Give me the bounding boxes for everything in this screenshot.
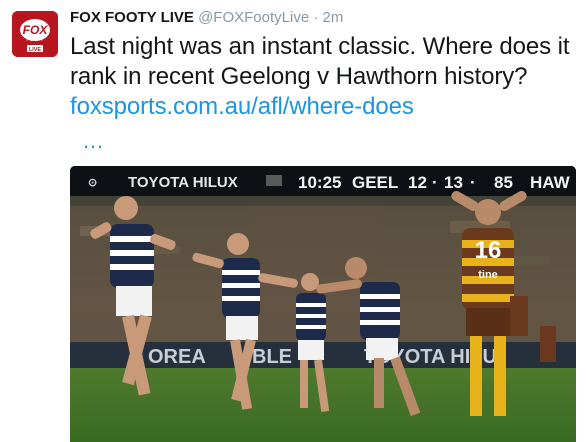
timestamp[interactable]: 2m — [323, 9, 344, 26]
user-handle[interactable]: @FOXFootyLive — [198, 9, 309, 26]
fox-footy-logo-icon: FOX FOOTY LIVE — [12, 11, 58, 57]
scoreboard-goals: 12 — [408, 173, 427, 192]
logo-footy-text: FOOTY — [26, 37, 44, 43]
player-number: 16 — [475, 237, 502, 264]
scoreboard-sponsor: TOYOTA HILUX — [128, 174, 238, 191]
display-name[interactable]: FOX FOOTY LIVE — [70, 9, 194, 26]
toyota-logo-icon: ⊙ — [88, 177, 97, 189]
logo-live-text: LIVE — [29, 47, 42, 53]
svg-text:·: · — [470, 173, 476, 192]
svg-text:·: · — [432, 173, 438, 192]
ad-board-2: BLE — [252, 346, 292, 368]
tweet-body: Last night was an instant classic. Where… — [70, 33, 570, 90]
scoreboard-clock: 10:25 — [298, 173, 341, 192]
scoreboard-behinds: 13 — [444, 173, 463, 192]
car-icon — [266, 175, 282, 186]
scoreboard-total: 85 — [494, 173, 513, 192]
ad-board-1: OREA — [148, 346, 206, 368]
tweet-media-photo[interactable]: ⊙ TOYOTA HILUX 10:25 GEEL 12 · 13 · 85 H… — [70, 166, 576, 442]
background-player — [510, 296, 528, 336]
logo-fox-text: FOX — [23, 23, 49, 37]
match-photo: ⊙ TOYOTA HILUX 10:25 GEEL 12 · 13 · 85 H… — [70, 166, 576, 442]
header-separator: · — [313, 9, 319, 26]
scoreboard-away-team: HAW — [530, 173, 571, 192]
link-ellipsis[interactable]: … — [82, 128, 106, 154]
tweet-text: Last night was an instant classic. Where… — [70, 32, 580, 122]
scoreboard-home-team: GEEL — [352, 173, 398, 192]
tweet-link[interactable]: foxsports.com.au/afl/where-does — [70, 93, 414, 120]
avatar[interactable]: FOX FOOTY LIVE — [12, 11, 58, 57]
background-player — [540, 326, 556, 362]
tweet-header: FOX FOOTY LIVE @FOXFootyLive · 2m — [70, 9, 343, 27]
jersey-sponsor: tine — [478, 269, 498, 281]
